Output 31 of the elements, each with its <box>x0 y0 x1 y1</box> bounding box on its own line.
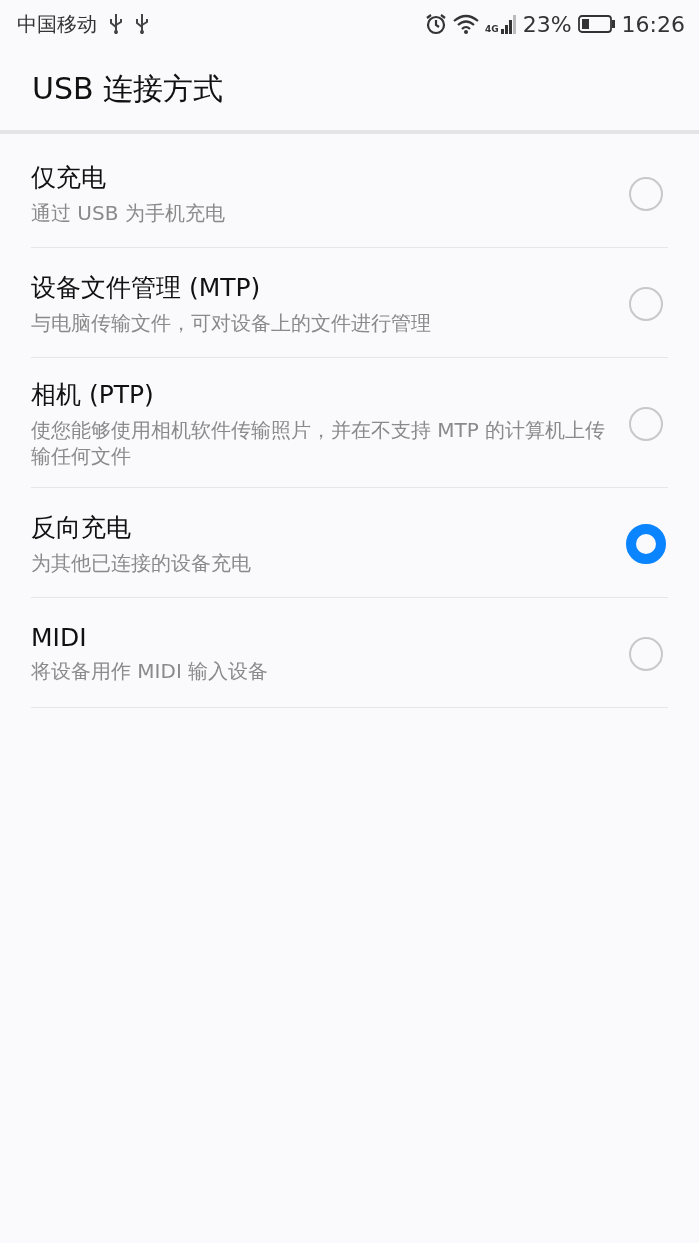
option-description: 使您能够使用相机软件传输照片，并在不支持 MTP 的计算机上传输任何文件 <box>31 417 606 469</box>
clock-time: 16:26 <box>621 11 685 37</box>
page-title: USB 连接方式 <box>32 69 224 108</box>
wifi-icon <box>453 14 480 34</box>
radio-button[interactable] <box>629 636 663 671</box>
option-description: 将设备用作 MIDI 输入设备 <box>31 658 269 684</box>
signal-icon <box>500 14 517 34</box>
option-title: 相机 (PTP) <box>31 379 155 411</box>
network-type: 4G <box>485 23 499 34</box>
option-row[interactable]: MIDI 将设备用作 MIDI 输入设备 <box>31 598 668 708</box>
alarm-icon <box>425 13 448 35</box>
option-row[interactable]: 反向充电 为其他已连接的设备充电 <box>31 488 668 598</box>
option-row[interactable]: 设备文件管理 (MTP) 与电脑传输文件，可对设备上的文件进行管理 <box>31 248 668 358</box>
option-title: 仅充电 <box>31 162 107 194</box>
battery-icon <box>577 14 616 34</box>
option-row[interactable]: 仅充电 通过 USB 为手机充电 <box>31 138 668 248</box>
option-title: 反向充电 <box>31 512 132 544</box>
option-row[interactable]: 相机 (PTP) 使您能够使用相机软件传输照片，并在不支持 MTP 的计算机上传输任何文件 <box>31 358 668 488</box>
usb-icon <box>135 14 149 34</box>
radio-button[interactable] <box>626 523 666 564</box>
carrier-name: 中国移动 <box>17 10 97 38</box>
option-description: 通过 USB 为手机充电 <box>31 200 225 226</box>
option-title: MIDI <box>31 623 88 652</box>
radio-button[interactable] <box>629 286 663 321</box>
radio-button[interactable] <box>629 176 663 211</box>
battery-percent: 23% <box>522 11 572 37</box>
usb-icon <box>109 14 123 34</box>
option-description: 与电脑传输文件，可对设备上的文件进行管理 <box>31 310 431 336</box>
option-description: 为其他已连接的设备充电 <box>31 550 251 576</box>
option-title: 设备文件管理 (MTP) <box>31 272 262 304</box>
radio-button[interactable] <box>629 406 663 441</box>
